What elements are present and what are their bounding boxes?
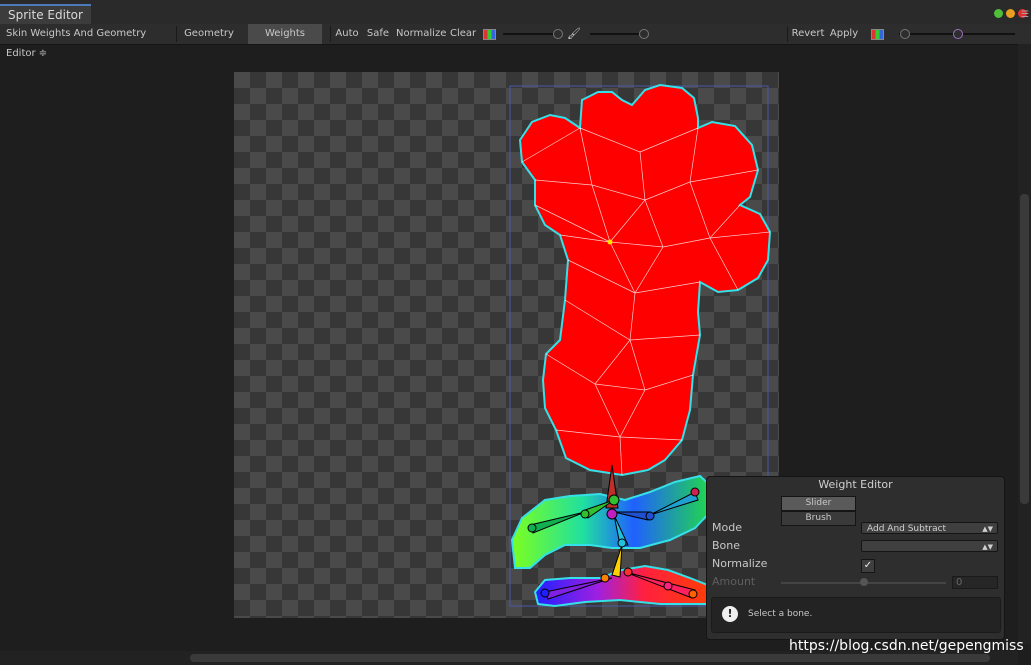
amount-slider-knob[interactable]: [860, 578, 868, 586]
mode-label: Mode: [712, 521, 742, 534]
bone-dropdown[interactable]: ▲▼: [861, 540, 998, 552]
vertical-scroll-thumb[interactable]: [1020, 194, 1029, 504]
vertical-scrollbar[interactable]: [1018, 44, 1031, 644]
info-text: Select a bone.: [748, 609, 813, 619]
bone-7[interactable]: [611, 544, 623, 578]
mode-dropdown[interactable]: Add And Subtract ▲▼: [861, 522, 998, 534]
amount-field[interactable]: 0: [952, 576, 998, 589]
chevron-updown-icon: ▲▼: [982, 543, 993, 551]
weight-editor-panel: Weight Editor Slider Brush Mode Add And …: [706, 476, 1005, 640]
watermark: https://blog.csdn.net/gepengmiss: [789, 638, 1024, 654]
info-message: ! Select a bone.: [711, 597, 1001, 633]
weight-editor-tabs: Slider Brush: [781, 496, 929, 526]
weight-editor-title: Weight Editor: [818, 478, 893, 491]
chevron-updown-icon: ▲▼: [982, 525, 993, 533]
normalize-checkbox[interactable]: ✓: [861, 559, 875, 573]
tab-slider[interactable]: Slider: [781, 496, 856, 511]
info-icon: !: [722, 606, 738, 622]
amount-label: Amount: [712, 575, 756, 588]
mode-dropdown-value: Add And Subtract: [867, 524, 947, 534]
bone-label: Bone: [712, 539, 741, 552]
amount-slider[interactable]: [781, 578, 946, 586]
tab-brush[interactable]: Brush: [781, 511, 856, 526]
horizontal-scroll-thumb[interactable]: [190, 654, 990, 662]
normalize-label: Normalize: [712, 557, 768, 570]
